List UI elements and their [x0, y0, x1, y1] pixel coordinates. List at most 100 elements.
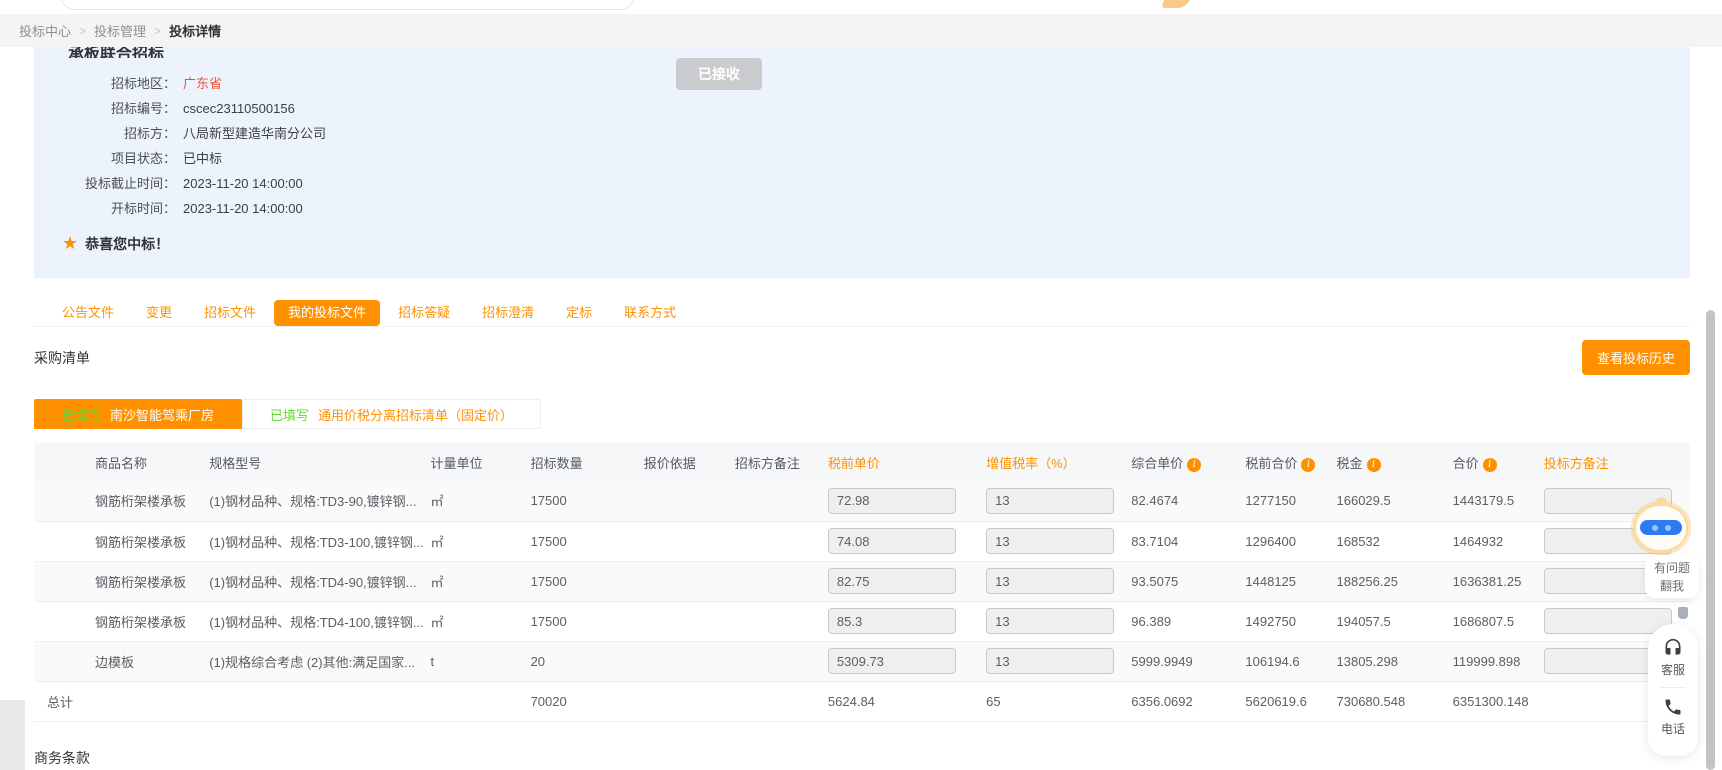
- phone-button[interactable]: 电话: [1661, 697, 1685, 737]
- cell-pre-tax-total: 1277150: [1245, 481, 1336, 521]
- field-region: 招标地区： 广东省: [34, 71, 1690, 96]
- field-open-time: 开标时间： 2023-11-20 14:00:00: [34, 196, 1690, 221]
- cell-total: 119999.898: [1453, 641, 1544, 681]
- cell-vat-rate: [986, 641, 1131, 681]
- cell-spec: (1)钢材品种、规格:TD3-90,镀锌钢...: [209, 481, 430, 521]
- col-pre-tax-total: 税前合价i: [1245, 443, 1336, 481]
- vat-rate-input[interactable]: [986, 568, 1114, 594]
- headset-icon: [1663, 638, 1683, 658]
- cell-empty: [209, 681, 430, 721]
- cell-product-name: 边模板: [34, 641, 209, 681]
- breadcrumb-item-bid-management[interactable]: 投标管理: [94, 21, 146, 40]
- cell-tax: 730680.548: [1337, 681, 1453, 721]
- cell-empty: [644, 681, 735, 721]
- col-product-name: 商品名称: [34, 443, 209, 481]
- search-input[interactable]: [60, 0, 635, 10]
- pre-tax-price-input[interactable]: [828, 568, 956, 594]
- field-label: 招标方：: [34, 121, 176, 146]
- vat-rate-input[interactable]: [986, 488, 1114, 514]
- tab-tender-clarification[interactable]: 招标澄清: [468, 300, 548, 326]
- tab-contact[interactable]: 联系方式: [610, 300, 690, 326]
- cell-total: 1686807.5: [1453, 601, 1544, 641]
- field-value: 八局新型建造华南分公司: [183, 121, 326, 146]
- pre-tax-price-input[interactable]: [828, 648, 956, 674]
- tab-award[interactable]: 定标: [552, 300, 606, 326]
- accepted-status-button[interactable]: 已接收: [676, 58, 762, 90]
- info-icon[interactable]: i: [1483, 458, 1497, 472]
- cell-pre-tax-total: 1492750: [1245, 601, 1336, 641]
- assistant-mascot-icon[interactable]: [1632, 500, 1690, 554]
- bid-info-panel: 承板联合招标 已接收 招标地区： 广东省 招标编号： cscec23110500…: [34, 47, 1690, 278]
- vat-rate-input[interactable]: [986, 608, 1114, 634]
- detail-tabs: 公告文件 变更 招标文件 我的投标文件 招标答疑 招标澄清 定标 联系方式: [34, 300, 1690, 327]
- table-row: 钢筋桁架楼承板 (1)钢材品种、规格:TD4-90,镀锌钢... ㎡ 17500…: [34, 561, 1690, 601]
- col-comp-unit-price: 综合单价i: [1131, 443, 1245, 481]
- cell-quote-basis: [644, 601, 735, 641]
- purchase-list-table: 商品名称 规格型号 计量单位 招标数量 报价依据 招标方备注 税前单价 增值税率…: [34, 443, 1690, 722]
- breadcrumb-item-bid-center[interactable]: 投标中心: [19, 21, 71, 40]
- cell-total-label: 总计: [34, 681, 209, 721]
- cell-qty: 17500: [531, 601, 644, 641]
- main-content: 承板联合招标 已接收 招标地区： 广东省 招标编号： cscec23110500…: [0, 47, 1722, 770]
- table-row: 钢筋桁架楼承板 (1)钢材品种、规格:TD3-90,镀锌钢... ㎡ 17500…: [34, 481, 1690, 521]
- cell-tenderer-note: [735, 601, 828, 641]
- pre-tax-price-input[interactable]: [828, 608, 956, 634]
- col-tax: 税金 i: [1337, 443, 1453, 481]
- bidder-note-input[interactable]: [1544, 608, 1672, 634]
- list-subtabs: 已填写 南沙智能驾乘厂房 已填写 通用价税分离招标清单（固定价）: [34, 399, 1690, 429]
- field-value: 2023-11-20 14:00:00: [183, 171, 303, 196]
- cell-unit: ㎡: [430, 601, 530, 641]
- col-tender-qty: 招标数量: [531, 443, 644, 481]
- subtab-general-price-tax-list[interactable]: 已填写 通用价税分离招标清单（固定价）: [242, 399, 541, 429]
- mascot-eye: [1665, 525, 1671, 531]
- col-tenderer-note: 招标方备注: [735, 443, 828, 481]
- cell-product-name: 钢筋桁架楼承板: [34, 601, 209, 641]
- cell-unit: ㎡: [430, 481, 530, 521]
- tab-tender-qa[interactable]: 招标答疑: [384, 300, 464, 326]
- table-header-row: 商品名称 规格型号 计量单位 招标数量 报价依据 招标方备注 税前单价 增值税率…: [34, 443, 1690, 481]
- cell-qty: 20: [531, 641, 644, 681]
- col-spec-model: 规格型号: [209, 443, 430, 481]
- cell-qty: 17500: [531, 561, 644, 601]
- cell-qty: 17500: [531, 521, 644, 561]
- cell-vat-rate: 65: [986, 681, 1131, 721]
- vat-rate-input[interactable]: [986, 528, 1114, 554]
- mascot-tail-icon: [1161, 0, 1190, 8]
- top-bar: [0, 0, 1722, 14]
- info-icon[interactable]: i: [1187, 458, 1201, 472]
- col-bidder-note: 投标方备注: [1544, 443, 1690, 481]
- shield-badge-icon: [1678, 607, 1688, 619]
- tab-announcement-files[interactable]: 公告文件: [48, 300, 128, 326]
- info-icon[interactable]: i: [1301, 458, 1315, 472]
- business-terms-title: 商务条款: [34, 748, 1690, 770]
- cell-tenderer-note: [735, 481, 828, 521]
- view-bid-history-button[interactable]: 查看投标历史: [1582, 340, 1690, 375]
- field-bid-number: 招标编号： cscec23110500156: [34, 96, 1690, 121]
- cell-tax: 188256.25: [1337, 561, 1453, 601]
- breadcrumb-item-bid-detail: 投标详情: [169, 21, 221, 40]
- field-value: 广东省: [183, 71, 222, 96]
- field-deadline: 投标截止时间： 2023-11-20 14:00:00: [34, 171, 1690, 196]
- table-row: 边模板 (1)规格综合考虑 (2)其他:满足国家... t 20 5999.99…: [34, 641, 1690, 681]
- cell-spec: (1)钢材品种、规格:TD4-100,镀锌钢...: [209, 601, 430, 641]
- tab-changes[interactable]: 变更: [132, 300, 186, 326]
- cell-tenderer-note: [735, 561, 828, 601]
- vertical-scrollbar-thumb[interactable]: [1706, 310, 1715, 770]
- pre-tax-price-input[interactable]: [828, 488, 956, 514]
- cell-comp-unit-price: 93.5075: [1131, 561, 1245, 601]
- divider: [1660, 687, 1686, 688]
- cell-vat-rate: [986, 481, 1131, 521]
- contact-widget: 客服 电话: [1648, 624, 1698, 756]
- col-label: 税金: [1337, 456, 1363, 471]
- cell-quote-basis: [644, 641, 735, 681]
- vat-rate-input[interactable]: [986, 648, 1114, 674]
- tab-tender-files[interactable]: 招标文件: [190, 300, 270, 326]
- cell-empty: [430, 681, 530, 721]
- assistant-bubble[interactable]: 有问题 翻我: [1645, 556, 1699, 598]
- customer-service-button[interactable]: 客服: [1661, 638, 1685, 678]
- congrats-text: 恭喜您中标！: [85, 234, 169, 254]
- tab-my-bid-files[interactable]: 我的投标文件: [274, 300, 380, 326]
- pre-tax-price-input[interactable]: [828, 528, 956, 554]
- subtab-nansha-factory[interactable]: 已填写 南沙智能驾乘厂房: [34, 399, 242, 429]
- info-icon[interactable]: i: [1367, 458, 1381, 472]
